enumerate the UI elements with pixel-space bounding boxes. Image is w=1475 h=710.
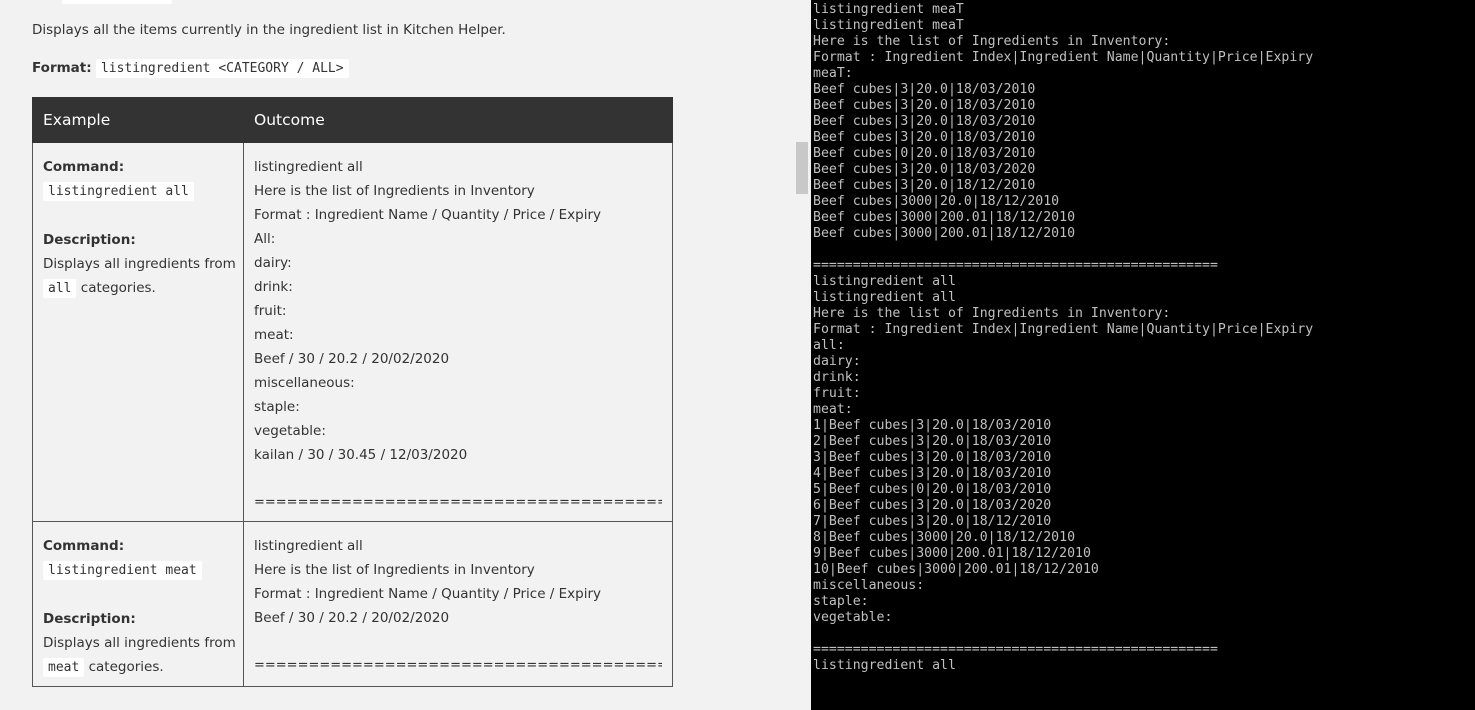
section-heading-cutoff — [32, 0, 172, 6]
terminal-line: staple: — [813, 594, 869, 609]
table-row: Command: listingredient meat Description… — [32, 521, 673, 687]
terminal-line: Here is the list of Ingredients in Inven… — [813, 306, 1171, 321]
terminal-output: listingredient meaT listingredient meaT … — [811, 0, 1475, 674]
terminal-line: 8|Beef cubes|3000|20.0|18/12/2010 — [813, 530, 1076, 545]
terminal-line: listingredient meaT — [813, 2, 964, 17]
terminal-line: Beef cubes|3|20.0|18/03/2010 — [813, 98, 1036, 113]
terminal-line: Here is the list of Ingredients in Inven… — [813, 34, 1171, 49]
terminal-line: listingredient all — [813, 658, 956, 673]
outcome-cell: listingredient all Here is the list of I… — [243, 521, 673, 687]
heading-code-cutoff — [62, 0, 172, 4]
terminal-line: 9|Beef cubes|3000|200.01|18/12/2010 — [813, 546, 1091, 561]
terminal-line: meaT: — [813, 66, 853, 81]
command-description: Displays all the items currently in the … — [32, 22, 506, 38]
table-header-row: Example Outcome — [32, 97, 673, 143]
format-label: Format: — [32, 60, 92, 76]
outcome-separator: ========================================… — [254, 495, 662, 510]
terminal-line: 1|Beef cubes|3|20.0|18/03/2010 — [813, 418, 1052, 433]
description-suffix: categories. — [76, 280, 156, 296]
description-suffix: categories. — [84, 659, 164, 675]
outcome-line: meat: — [254, 327, 294, 343]
outcome-line: dairy: — [254, 255, 292, 271]
description-label: Description: — [43, 611, 136, 627]
outcome-line: All: — [254, 231, 276, 247]
terminal-line: Beef cubes|3|20.0|18/03/2020 — [813, 162, 1036, 177]
terminal-line: Beef cubes|3|20.0|18/03/2010 — [813, 114, 1036, 129]
outcome-line: kailan / 30 / 30.45 / 12/03/2020 — [254, 447, 468, 463]
terminal-line: 3|Beef cubes|3|20.0|18/03/2010 — [813, 450, 1052, 465]
terminal-line: dairy: — [813, 354, 861, 369]
outcome-line: Beef / 30 / 20.2 / 20/02/2020 — [254, 610, 450, 626]
table-row: Command: listingredient all Description:… — [32, 142, 673, 522]
scrollbar-thumb[interactable] — [796, 142, 808, 194]
outcome-line: Format : Ingredient Name / Quantity / Pr… — [254, 207, 602, 223]
outcome-cell: listingredient all Here is the list of I… — [243, 142, 673, 522]
description-label: Description: — [43, 232, 136, 248]
outcome-line: Here is the list of Ingredients in Inven… — [254, 183, 535, 199]
terminal-line: ========================================… — [813, 642, 1218, 657]
outcome-line: drink: — [254, 279, 293, 295]
documentation-pane: Displays all the items currently in the … — [0, 0, 811, 710]
command-code: listingredient all — [43, 182, 194, 201]
format-code: listingredient <CATEGORY / ALL> — [95, 59, 349, 78]
terminal-line: meat: — [813, 402, 853, 417]
description-code: all — [43, 279, 77, 298]
terminal-line: ========================================… — [813, 258, 1218, 273]
terminal-line: Format : Ingredient Index|Ingredient Nam… — [813, 322, 1314, 337]
description-text: Displays all ingredients from — [43, 256, 236, 272]
outcome-line: Format : Ingredient Name / Quantity / Pr… — [254, 586, 602, 602]
examples-table: Example Outcome Command: listingredient … — [32, 97, 673, 687]
outcome-line: staple: — [254, 399, 300, 415]
terminal-line: drink: — [813, 370, 861, 385]
example-cell: Command: listingredient meat Description… — [32, 521, 244, 687]
terminal-line: fruit: — [813, 386, 861, 401]
terminal-line: Beef cubes|3000|20.0|18/12/2010 — [813, 194, 1060, 209]
outcome-line: Beef / 30 / 20.2 / 20/02/2020 — [254, 351, 450, 367]
format-line: Format: listingredient <CATEGORY / ALL> — [32, 59, 349, 78]
terminal-line: Beef cubes|3000|200.01|18/12/2010 — [813, 210, 1076, 225]
header-outcome: Outcome — [243, 97, 673, 143]
outcome-separator: ========================================… — [254, 658, 662, 673]
description-text: Displays all ingredients from — [43, 635, 236, 651]
header-example: Example — [32, 97, 244, 143]
terminal-line: Beef cubes|3|20.0|18/03/2010 — [813, 82, 1036, 97]
outcome-line: listingredient all — [254, 538, 363, 554]
terminal-line: 2|Beef cubes|3|20.0|18/03/2010 — [813, 434, 1052, 449]
terminal-line: Beef cubes|0|20.0|18/03/2010 — [813, 146, 1036, 161]
terminal-line: 7|Beef cubes|3|20.0|18/12/2010 — [813, 514, 1052, 529]
terminal-line: all: — [813, 338, 845, 353]
terminal-line: vegetable: — [813, 610, 893, 625]
outcome-line: miscellaneous: — [254, 375, 355, 391]
outcome-line: vegetable: — [254, 423, 326, 439]
terminal-line: Beef cubes|3|20.0|18/12/2010 — [813, 178, 1036, 193]
terminal-line: listingredient all — [813, 274, 956, 289]
terminal-line: 10|Beef cubes|3000|200.01|18/12/2010 — [813, 562, 1099, 577]
command-label: Command: — [43, 159, 125, 175]
terminal-line: miscellaneous: — [813, 578, 925, 593]
terminal-line: Beef cubes|3|20.0|18/03/2010 — [813, 130, 1036, 145]
outcome-line: Here is the list of Ingredients in Inven… — [254, 562, 535, 578]
terminal-line: Beef cubes|3000|200.01|18/12/2010 — [813, 226, 1076, 241]
terminal-line: listingredient all — [813, 290, 956, 305]
terminal-window[interactable]: listingredient meaT listingredient meaT … — [811, 0, 1475, 710]
terminal-line: 4|Beef cubes|3|20.0|18/03/2010 — [813, 466, 1052, 481]
terminal-line: 6|Beef cubes|3|20.0|18/03/2020 — [813, 498, 1052, 513]
description-code: meat — [43, 658, 85, 677]
command-code: listingredient meat — [43, 561, 202, 580]
terminal-line: Format : Ingredient Index|Ingredient Nam… — [813, 50, 1314, 65]
example-cell: Command: listingredient all Description:… — [32, 142, 244, 522]
command-label: Command: — [43, 538, 125, 554]
outcome-line: fruit: — [254, 303, 287, 319]
outcome-line: listingredient all — [254, 159, 363, 175]
terminal-line: 5|Beef cubes|0|20.0|18/03/2010 — [813, 482, 1052, 497]
terminal-line: listingredient meaT — [813, 18, 964, 33]
